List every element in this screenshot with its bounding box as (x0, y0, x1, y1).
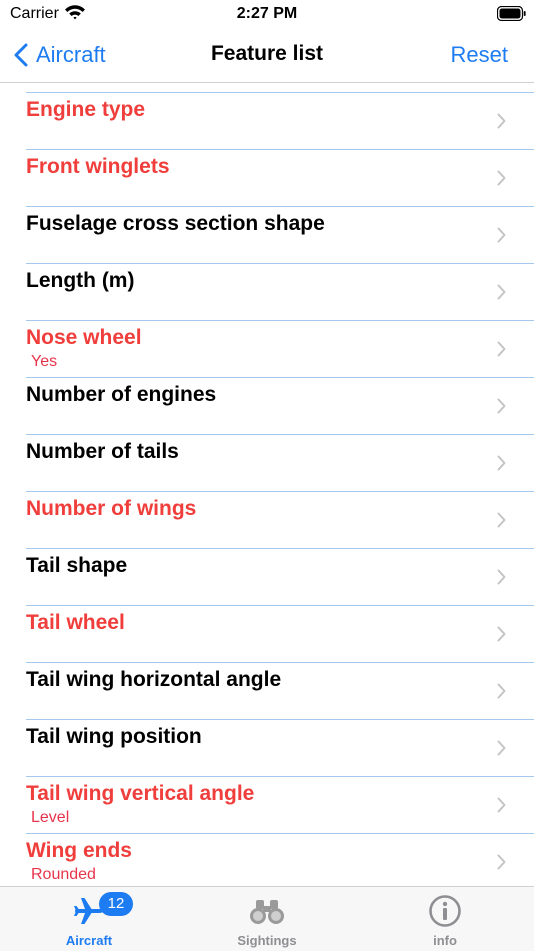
chevron-right-icon (497, 797, 506, 813)
chevron-right-icon (497, 626, 506, 642)
feature-title: Tail shape (26, 554, 128, 577)
status-bar: Carrier 2:27 PM (0, 0, 534, 30)
chevron-right-icon (497, 398, 506, 414)
feature-title: Tail wing position (26, 725, 202, 748)
feature-row[interactable]: Fuselage cross section shape (26, 206, 534, 263)
feature-title: Nose wheel (26, 326, 142, 349)
feature-row[interactable]: Engine type (26, 92, 534, 149)
chevron-right-icon (497, 227, 506, 243)
chevron-right-icon (497, 341, 506, 357)
feature-title: Engine type (26, 98, 146, 121)
binoculars-icon (250, 900, 284, 924)
feature-row[interactable]: Number of tails (26, 434, 534, 491)
chevron-right-icon (497, 854, 506, 870)
feature-value: Level (31, 809, 70, 826)
feature-title: Tail wheel (26, 611, 125, 634)
tab-info[interactable]: info (356, 887, 534, 951)
tab-aircraft[interactable]: 12 Aircraft (0, 887, 178, 951)
feature-title: Number of tails (26, 440, 179, 463)
feature-title: Length (m) (26, 269, 135, 292)
chevron-right-icon (497, 569, 506, 585)
chevron-right-icon (497, 683, 506, 699)
aircraft-count-badge: 12 (99, 892, 133, 916)
feature-row[interactable]: Tail wing vertical angle Level (26, 776, 534, 833)
tab-bar: 12 Aircraft Sightings info (0, 886, 534, 951)
battery-icon (497, 6, 526, 21)
clock: 2:27 PM (236, 5, 298, 22)
feature-row[interactable]: Tail shape (26, 548, 534, 605)
feature-row[interactable]: Tail wing position (26, 719, 534, 776)
chevron-right-icon (497, 455, 506, 471)
feature-row[interactable]: Nose wheel Yes (26, 320, 534, 377)
feature-row[interactable]: Wing ends Rounded (26, 833, 534, 890)
tab-aircraft-label: Aircraft (65, 933, 113, 948)
info-icon (429, 895, 461, 927)
feature-title: Front winglets (26, 155, 170, 178)
feature-row[interactable]: Tail wheel (26, 605, 534, 662)
feature-value: Yes (31, 353, 58, 370)
feature-title: Number of engines (26, 383, 217, 406)
chevron-right-icon (497, 113, 506, 129)
feature-title: Tail wing horizontal angle (26, 668, 282, 691)
feature-row[interactable]: Front winglets (26, 149, 534, 206)
navigation-bar: Aircraft Feature list Reset (0, 30, 534, 83)
feature-title: Tail wing vertical angle (26, 782, 255, 805)
chevron-right-icon (497, 740, 506, 756)
feature-list: Engine type Front winglets Fuselage cross … (26, 92, 534, 890)
tab-info-label: info (433, 933, 457, 948)
feature-title: Wing ends (26, 839, 132, 862)
feature-row[interactable]: Tail wing horizontal angle (26, 662, 534, 719)
chevron-right-icon (497, 284, 506, 300)
feature-row[interactable]: Number of engines (26, 377, 534, 434)
feature-value: Rounded (31, 866, 96, 883)
feature-row[interactable]: Number of wings (26, 491, 534, 548)
feature-title: Fuselage cross section shape (26, 212, 325, 235)
feature-row[interactable]: Length (m) (26, 263, 534, 320)
chevron-right-icon (497, 512, 506, 528)
tab-sightings-label: Sightings (237, 933, 297, 948)
chevron-right-icon (497, 170, 506, 186)
feature-title: Number of wings (26, 497, 197, 520)
reset-button[interactable]: Reset (451, 42, 508, 68)
tab-sightings[interactable]: Sightings (178, 887, 356, 951)
